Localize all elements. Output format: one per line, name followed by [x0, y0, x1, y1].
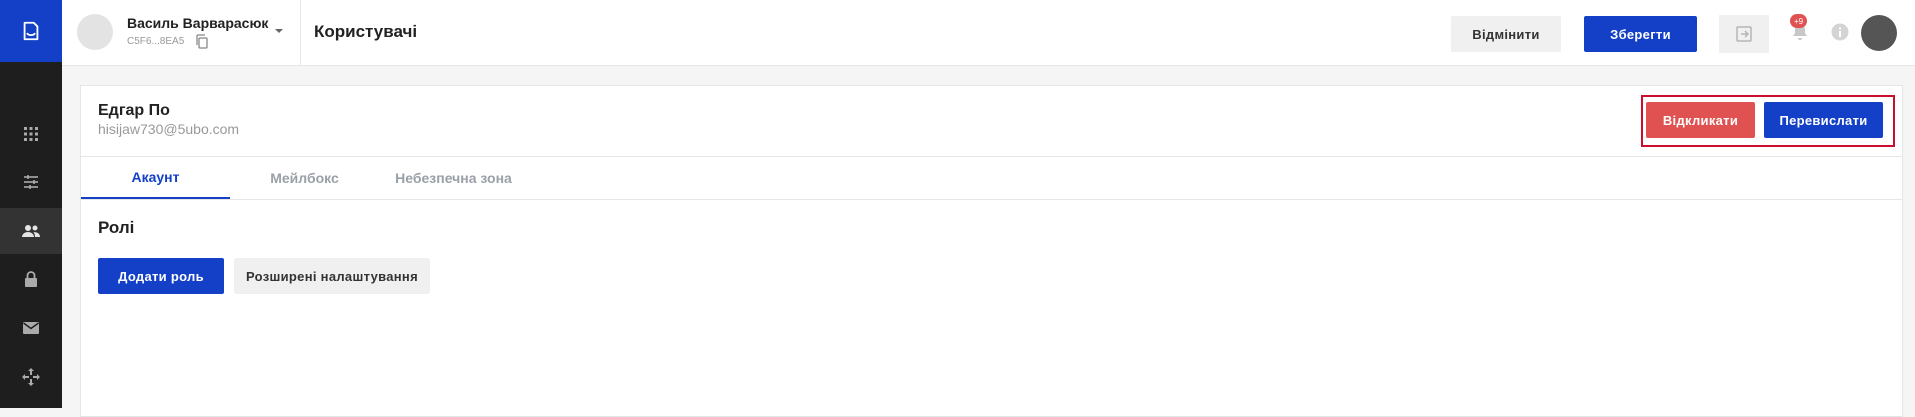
account-switcher[interactable]: Василь Варварасюк C5F6...8EA5 — [62, 0, 301, 65]
move-icon — [22, 368, 40, 386]
mail-icon — [23, 322, 39, 334]
document-logo-icon — [23, 21, 39, 41]
tab-danger-zone[interactable]: Небезпечна зона — [379, 157, 528, 199]
tab-mailbox[interactable]: Мейлбокс — [230, 157, 379, 199]
people-icon — [22, 225, 40, 237]
sidebar-item-security[interactable] — [0, 256, 62, 302]
sidebar-item-users[interactable] — [0, 208, 62, 254]
logout-button[interactable] — [1719, 15, 1769, 53]
sidebar-item-integrations[interactable] — [0, 354, 62, 400]
sidebar — [0, 0, 62, 408]
info-icon[interactable] — [1830, 22, 1850, 42]
revoke-button[interactable]: Відкликати — [1646, 102, 1755, 138]
top-bar: Василь Варварасюк C5F6...8EA5 Користувач… — [62, 0, 1915, 66]
logout-icon — [1736, 26, 1752, 42]
save-button[interactable]: Зберегти — [1584, 16, 1697, 52]
advanced-settings-button[interactable]: Розширені налаштування — [234, 258, 430, 294]
grid-icon — [24, 127, 38, 141]
profile-avatar[interactable] — [1861, 15, 1897, 51]
user-id: C5F6...8EA5 — [127, 36, 185, 47]
notification-badge: +9 — [1790, 14, 1807, 28]
user-name: Василь Варварасюк — [127, 15, 269, 31]
roles-title: Ролі — [98, 218, 135, 237]
sliders-icon — [24, 175, 38, 189]
add-role-button[interactable]: Додати роль — [98, 258, 224, 294]
tab-bar: Акаунт Мейлбокс Небезпечна зона — [81, 156, 1902, 200]
chevron-down-icon[interactable] — [272, 24, 286, 38]
sidebar-item-apps[interactable] — [0, 111, 62, 157]
contact-email: hisijaw730@5ubo.com — [98, 121, 240, 137]
copy-icon[interactable] — [195, 34, 209, 49]
avatar — [77, 14, 113, 50]
sidebar-item-settings[interactable] — [0, 159, 62, 205]
resend-button[interactable]: Перевислати — [1764, 102, 1883, 138]
cancel-button[interactable]: Відмінити — [1451, 16, 1561, 52]
user-detail-card: Едгар По hisijaw730@5ubo.com Відкликати … — [80, 85, 1903, 417]
contact-name: Едгар По — [98, 102, 170, 119]
tab-account[interactable]: Акаунт — [81, 157, 230, 199]
page-title: Користувачі — [314, 22, 418, 41]
sidebar-item-mail[interactable] — [0, 305, 62, 351]
app-logo[interactable] — [0, 0, 62, 62]
lock-icon — [25, 271, 37, 287]
